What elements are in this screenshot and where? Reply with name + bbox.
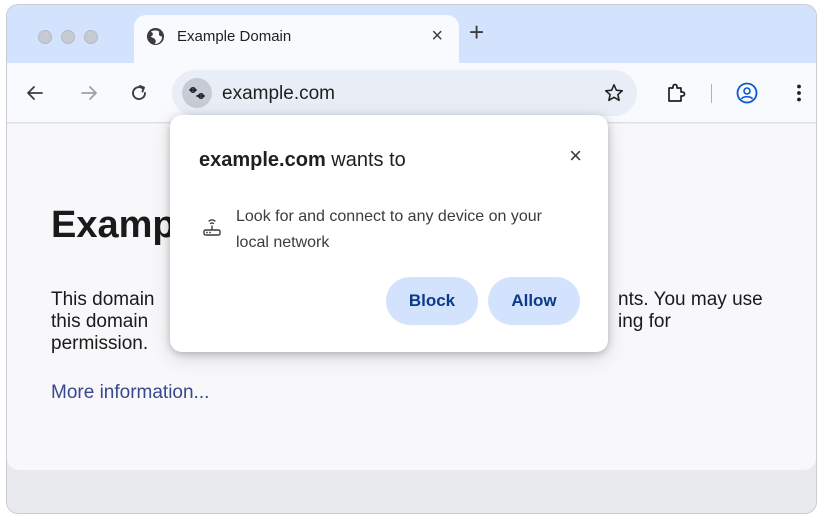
paragraph-right-fragment-1: nts. You may use	[618, 289, 763, 310]
page-heading: Examp	[51, 204, 176, 246]
tab-close-icon[interactable]: ×	[431, 26, 443, 46]
more-information-link[interactable]: More information...	[51, 382, 209, 404]
url-text[interactable]: example.com	[222, 83, 335, 105]
tab-strip: Example Domain × +	[7, 5, 816, 63]
zoom-window-button[interactable]	[84, 30, 98, 44]
local-network-device-icon	[203, 219, 221, 236]
permission-prompt-site: example.com	[199, 149, 326, 171]
allow-button[interactable]: Allow	[488, 277, 580, 325]
forward-arrow-icon[interactable]	[79, 83, 99, 103]
paragraph-left-fragment: This domain this domain permission.	[51, 289, 155, 354]
bookmark-star-icon[interactable]	[603, 82, 625, 104]
toolbar-divider	[711, 84, 712, 103]
back-arrow-icon[interactable]	[25, 83, 45, 103]
profile-icon[interactable]	[735, 81, 759, 105]
permission-prompt-title: example.com wants to	[199, 149, 406, 172]
extensions-icon[interactable]	[664, 81, 688, 105]
tab-title: Example Domain	[177, 28, 292, 45]
close-icon[interactable]: ×	[569, 145, 582, 167]
tab-example-domain[interactable]: Example Domain ×	[134, 15, 459, 63]
paragraph-right-fragment-2: ing for	[618, 311, 671, 332]
omnibox[interactable]: example.com	[172, 70, 637, 116]
permission-prompt-title-suffix: wants to	[325, 149, 406, 171]
toolbar: example.com	[7, 63, 816, 123]
globe-icon	[146, 27, 165, 46]
window-bottom-strip	[7, 470, 816, 513]
permission-prompt-dialog: example.com wants to × Look for and conn…	[170, 115, 608, 352]
new-tab-button[interactable]: +	[469, 19, 484, 45]
block-button[interactable]: Block	[386, 277, 478, 325]
minimize-window-button[interactable]	[61, 30, 75, 44]
permission-prompt-message: Look for and connect to any device on yo…	[236, 208, 542, 251]
site-settings-icon	[189, 87, 205, 100]
close-window-button[interactable]	[38, 30, 52, 44]
menu-dots-icon[interactable]	[787, 81, 811, 105]
site-settings-button[interactable]	[182, 78, 212, 108]
reload-icon[interactable]	[129, 83, 149, 103]
